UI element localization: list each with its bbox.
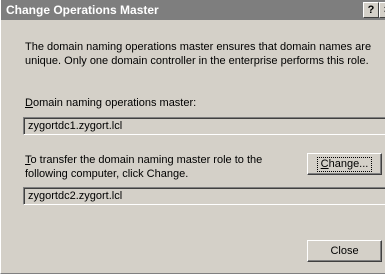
transfer-label: To transfer the domain naming master rol… (25, 153, 262, 181)
transfer-label-line1: To transfer the domain naming master rol… (25, 153, 262, 167)
current-master-label-mnemonic: D (25, 97, 33, 109)
current-master-label-text: omain naming operations master: (32, 97, 197, 109)
description-text: The domain naming operations master ensu… (25, 41, 372, 67)
change-button-label: hange... (328, 157, 369, 170)
dialog-title: Change Operations Master (6, 3, 159, 17)
close-icon[interactable]: × (379, 2, 385, 18)
title-bar[interactable]: Change Operations Master ? × (1, 0, 385, 20)
change-button-mnemonic: C (320, 157, 329, 170)
change-button-focus: Change... (316, 156, 373, 172)
current-master-label: Domain naming operations master: (25, 96, 196, 110)
close-button[interactable]: Close (307, 240, 382, 262)
current-master-field[interactable]: zygortdc1.zygort.lcl (23, 117, 385, 135)
transfer-label-line2: following computer, click Change. (25, 168, 189, 180)
change-operations-master-dialog: Change Operations Master ? × The domain … (0, 0, 385, 274)
target-computer-field[interactable]: zygortdc2.zygort.lcl (23, 187, 385, 205)
change-button[interactable]: Change... (307, 153, 382, 175)
transfer-label-line1-text: o transfer the domain naming master role… (30, 154, 263, 166)
help-icon[interactable]: ? (363, 2, 379, 18)
